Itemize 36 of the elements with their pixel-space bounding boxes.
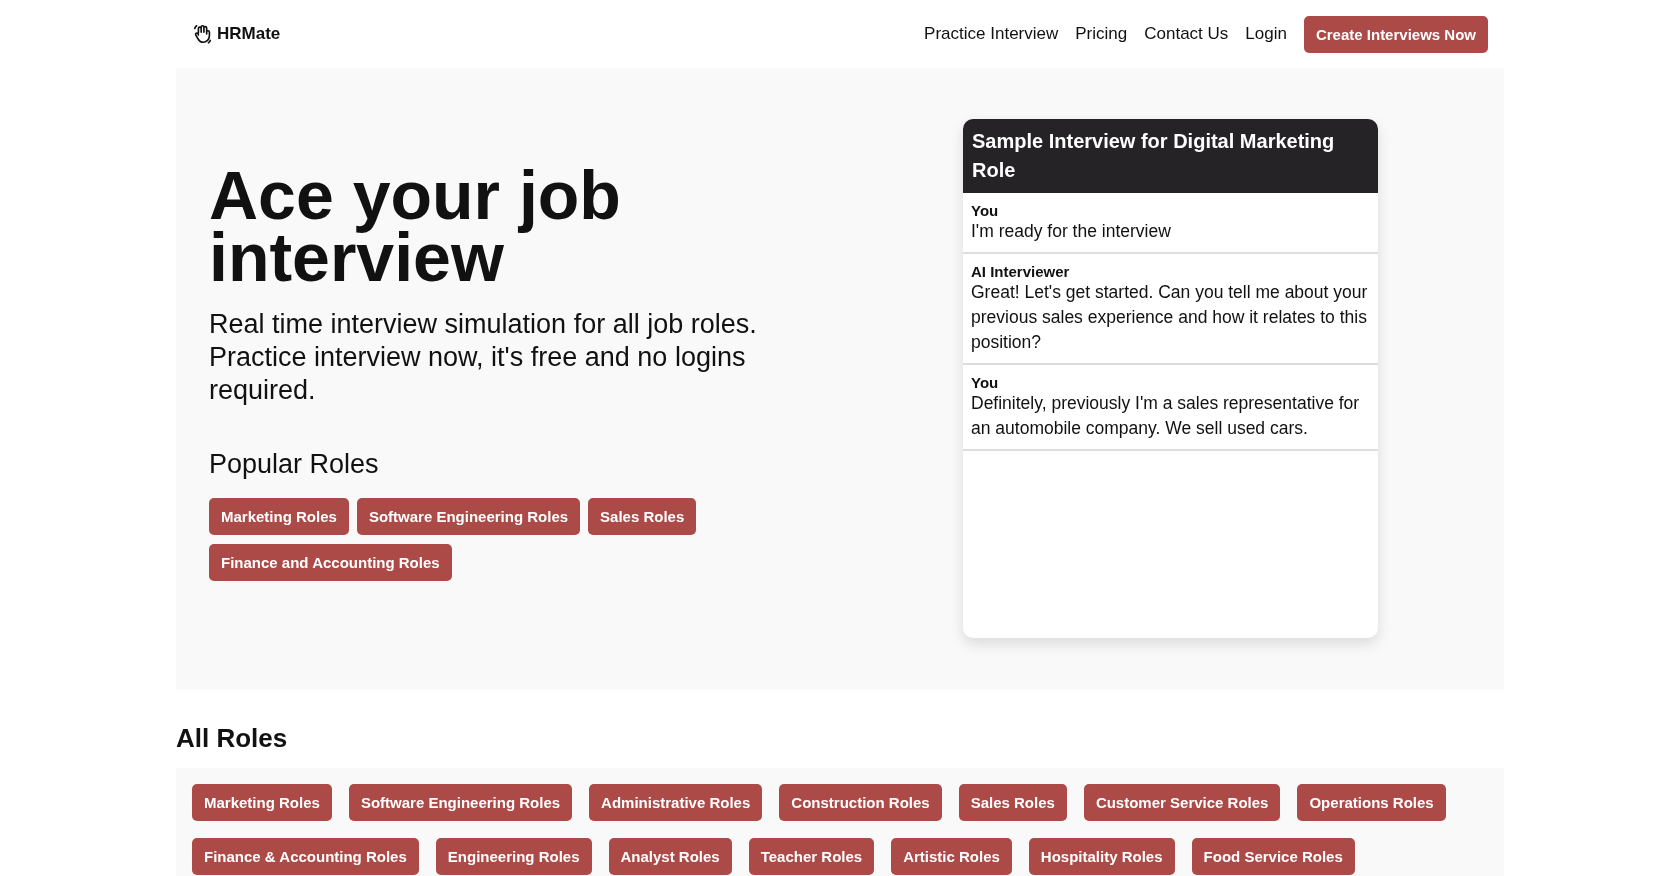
speaker-name: You — [971, 202, 1000, 219]
card-title: Sample Interview for Digital Marketing Role — [972, 130, 1335, 181]
all-roles-heading: All Roles — [176, 723, 289, 754]
message-text: Great! Let's get started. Can you tell me about your previous sales experience and how it relates to this position? — [971, 281, 1369, 354]
role-button[interactable]: Analyst Roles — [608, 838, 732, 875]
role-button[interactable]: Teacher Roles — [748, 838, 875, 875]
role-button[interactable]: Sales Roles — [958, 784, 1067, 821]
nav-link[interactable]: Practice Interview — [924, 24, 1059, 44]
role-button[interactable]: Hospitality Roles — [1028, 838, 1175, 875]
role-button[interactable]: Marketing Roles — [192, 784, 332, 821]
role-button[interactable]: Artistic Roles — [891, 838, 1012, 875]
role-button[interactable]: Sales Roles — [588, 498, 697, 535]
role-button[interactable]: Finance & Accounting Roles — [192, 838, 419, 875]
nav-link[interactable]: Contact Us — [1144, 24, 1229, 44]
role-button[interactable]: Marketing Roles — [209, 498, 349, 535]
role-button[interactable]: Finance and Accounting Roles — [209, 544, 452, 581]
hero-subtitle: Real time interview simulation for all job roles. Practice interview now, it's free and no logins required. — [209, 308, 758, 407]
popular-roles-heading: Popular Roles — [209, 449, 380, 480]
role-button[interactable]: Administrative Roles — [589, 784, 763, 821]
role-button[interactable]: Software Engineering Roles — [348, 784, 573, 821]
nav-link[interactable]: Login — [1245, 24, 1287, 44]
create-interviews-button[interactable]: Create Interviews Now — [1303, 15, 1488, 53]
speaker-name: You — [971, 374, 1000, 391]
role-button[interactable]: Operations Roles — [1297, 784, 1446, 821]
message-text: I'm ready for the interview — [971, 220, 1172, 243]
role-button[interactable]: Software Engineering Roles — [356, 498, 581, 535]
brand-name[interactable]: HRMate — [217, 24, 281, 44]
role-button[interactable]: Customer Service Roles — [1083, 784, 1281, 821]
nav-link[interactable]: Pricing — [1075, 24, 1128, 44]
role-button[interactable]: Engineering Roles — [435, 838, 592, 875]
waving-hand-icon — [192, 23, 214, 45]
message-text: Definitely, previously I'm a sales representative for an automobile company. We sell used cars. — [971, 392, 1361, 440]
role-button[interactable]: Construction Roles — [779, 784, 942, 821]
hero-title: Ace your job interview — [209, 164, 622, 288]
role-button[interactable]: Food Service Roles — [1191, 838, 1355, 875]
speaker-name: AI Interviewer — [971, 263, 1071, 280]
